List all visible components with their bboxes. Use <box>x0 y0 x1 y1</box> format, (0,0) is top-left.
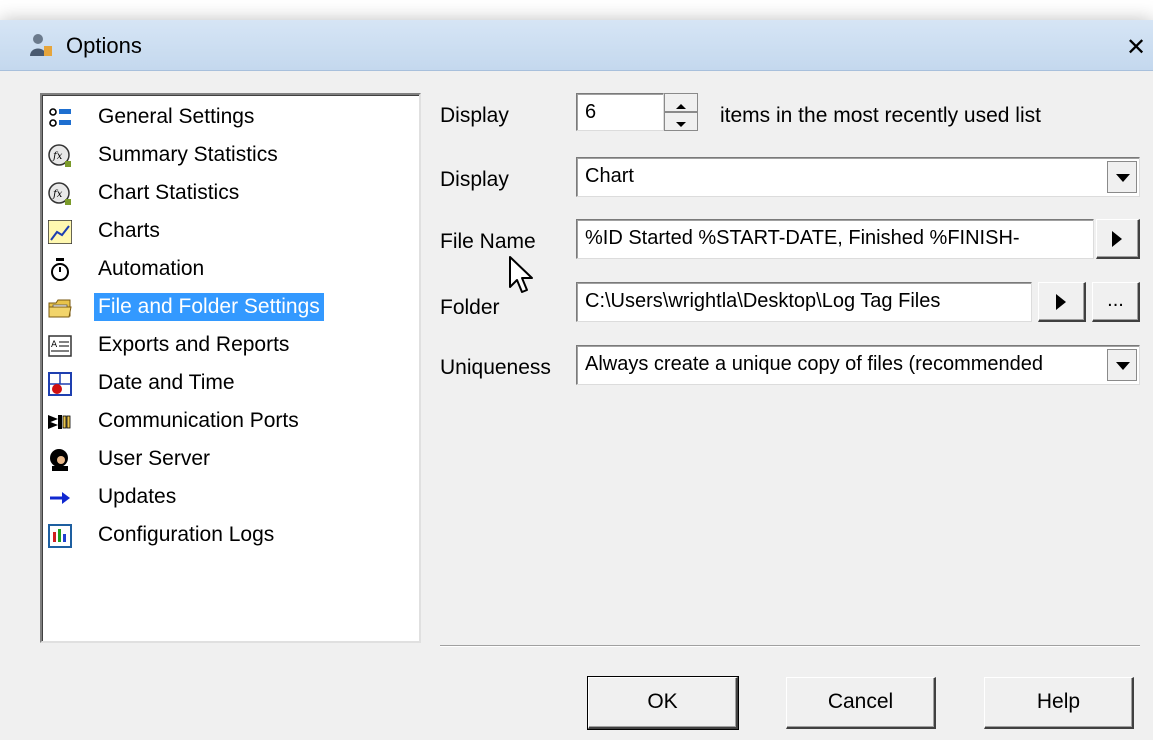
help-button[interactable]: Help <box>984 677 1134 729</box>
tree-item-exports-and-reports[interactable]: A Exports and Reports <box>46 329 406 361</box>
display-mode-select[interactable]: Chart <box>576 157 1140 197</box>
tree-item-label: Configuration Logs <box>98 523 275 546</box>
file-name-label: File Name <box>440 230 536 253</box>
tree-item-configuration-logs[interactable]: Configuration Logs <box>46 519 406 551</box>
general-settings-icon <box>49 108 71 127</box>
statistics-icon: fx <box>48 144 71 167</box>
display-mode-label: Display <box>440 168 509 191</box>
file-name-input[interactable]: %ID Started %START-DATE, Finished %FINIS… <box>576 219 1094 259</box>
tree-item-label: User Server <box>98 447 211 470</box>
tree-item-label: File and Folder Settings <box>94 293 324 321</box>
display-mode-dropdown-button[interactable] <box>1107 161 1137 193</box>
options-dialog: Options ✕ General Settings fx Summary St… <box>0 20 1153 740</box>
title-bar[interactable]: Options ✕ <box>0 20 1153 71</box>
uniqueness-label: Uniqueness <box>440 356 551 379</box>
mouse-pointer-icon <box>509 256 533 293</box>
spin-down-icon <box>676 122 686 127</box>
spin-up-button[interactable] <box>664 93 698 112</box>
tree-item-label: Updates <box>98 485 177 508</box>
separator <box>440 645 1140 647</box>
arrow-right-icon <box>50 492 70 504</box>
chevron-down-icon <box>1116 174 1130 182</box>
play-right-icon <box>1056 294 1066 310</box>
stopwatch-icon <box>51 258 69 281</box>
svg-text:fx: fx <box>52 151 63 162</box>
folder-browse-button[interactable]: ... <box>1092 282 1140 322</box>
folder-label: Folder <box>440 296 500 319</box>
tree-item-label: Exports and Reports <box>98 333 290 356</box>
svg-text:fx: fx <box>52 189 63 200</box>
tree-item-charts[interactable]: Charts <box>46 215 406 247</box>
app-user-icon <box>30 34 52 56</box>
tree-item-label: Communication Ports <box>98 409 299 432</box>
statistics-icon: fx <box>48 182 71 205</box>
user-server-icon <box>50 449 68 471</box>
folder-icon <box>48 299 72 318</box>
cancel-button[interactable]: Cancel <box>786 677 936 729</box>
file-name-insert-button[interactable] <box>1096 219 1140 259</box>
tree-item-file-and-folder-settings[interactable]: File and Folder Settings <box>46 291 406 323</box>
mru-count-input[interactable]: 6 <box>576 93 664 131</box>
uniqueness-value: Always create a unique copy of files (re… <box>585 353 1044 375</box>
uniqueness-select[interactable]: Always create a unique copy of files (re… <box>576 345 1140 385</box>
folder-insert-button[interactable] <box>1038 282 1086 322</box>
spin-down-button[interactable] <box>664 112 698 131</box>
svg-text:A: A <box>51 340 58 350</box>
mru-count-spinner[interactable] <box>664 93 698 131</box>
tree-item-user-server[interactable]: User Server <box>46 443 406 475</box>
calendar-icon <box>48 372 72 396</box>
mru-display-label: Display <box>440 104 509 127</box>
tree-item-label: Summary Statistics <box>98 143 278 166</box>
tree-item-label: Charts <box>98 219 160 242</box>
log-icon <box>48 524 72 548</box>
window-title: Options <box>66 33 142 58</box>
mru-suffix-label: items in the most recently used list <box>720 104 1041 127</box>
tree-item-updates[interactable]: Updates <box>46 481 406 513</box>
display-mode-value: Chart <box>585 165 634 187</box>
tree-item-communication-ports[interactable]: Communication Ports <box>46 405 406 437</box>
play-right-icon <box>1112 231 1122 247</box>
report-icon: A <box>48 335 72 357</box>
tree-item-chart-statistics[interactable]: fx Chart Statistics <box>46 177 406 209</box>
options-tree[interactable]: General Settings fx Summary Statistics f… <box>40 93 421 643</box>
close-button[interactable]: ✕ <box>1122 34 1150 60</box>
tree-item-general-settings[interactable]: General Settings <box>46 101 406 133</box>
tree-item-automation[interactable]: Automation <box>46 253 406 285</box>
tree-item-label: General Settings <box>98 105 255 128</box>
tree-item-label: Chart Statistics <box>98 181 240 204</box>
uniqueness-dropdown-button[interactable] <box>1107 349 1137 381</box>
tree-item-label: Automation <box>98 257 205 280</box>
ports-icon <box>48 415 71 429</box>
chart-icon <box>48 220 72 244</box>
folder-input[interactable]: C:\Users\wrightla\Desktop\Log Tag Files <box>576 282 1032 322</box>
ok-button[interactable]: OK <box>587 676 739 730</box>
tree-item-summary-statistics[interactable]: fx Summary Statistics <box>46 139 406 171</box>
tree-item-label: Date and Time <box>98 371 235 394</box>
chevron-down-icon <box>1116 362 1130 370</box>
tree-item-date-and-time[interactable]: Date and Time <box>46 367 406 399</box>
